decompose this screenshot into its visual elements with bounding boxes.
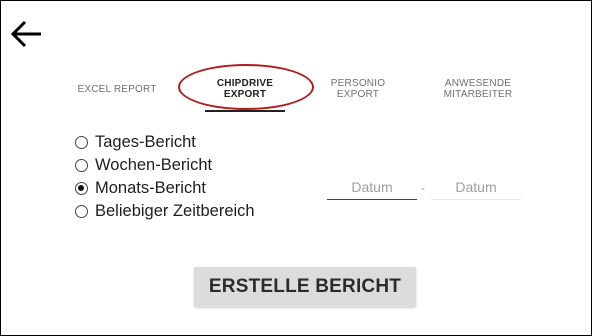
tab-personio-export[interactable]: PERSONIO EXPORT <box>323 71 393 107</box>
tab-label-line1: ANWESENDE <box>444 78 512 89</box>
radio-circle-icon <box>75 205 88 218</box>
date-separator: - <box>421 181 425 195</box>
radio-label: Beliebiger Zeitbereich <box>95 202 255 220</box>
radio-beliebiger-zeitbereich[interactable]: Beliebiger Zeitbereich <box>75 200 255 223</box>
tab-label-line2: EXPORT <box>336 89 380 100</box>
radio-monats-bericht[interactable]: Monats-Bericht <box>75 177 255 200</box>
report-tabs: EXCEL REPORT CHIPDRIVE EXPORT PERSONIO E… <box>61 71 581 112</box>
radio-label: Monats-Bericht <box>95 179 206 197</box>
active-tab-indicator <box>205 110 285 112</box>
radio-circle-icon <box>75 136 88 149</box>
tab-chipdrive-export[interactable]: CHIPDRIVE EXPORT <box>205 71 285 112</box>
radio-tages-bericht[interactable]: Tages-Bericht <box>75 131 255 154</box>
tab-label-line2: EXPORT <box>223 89 267 100</box>
tab-label-line1: CHIPDRIVE <box>216 78 274 89</box>
radio-wochen-bericht[interactable]: Wochen-Bericht <box>75 154 255 177</box>
radio-label: Wochen-Bericht <box>95 156 213 174</box>
tab-label-line2: MITARBEITER <box>443 89 513 100</box>
radio-checked-icon <box>75 182 88 195</box>
create-report-button[interactable]: ERSTELLE BERICHT <box>194 267 416 307</box>
tab-anwesende-mitarbeiter[interactable]: ANWESENDE MITARBEITER <box>433 71 523 107</box>
radio-circle-icon <box>75 159 88 172</box>
report-type-group: Tages-Bericht Wochen-Bericht Monats-Beri… <box>75 131 255 223</box>
tab-label: EXCEL REPORT <box>77 83 157 95</box>
tab-label-line1: PERSONIO <box>330 78 386 89</box>
tab-excel-report[interactable]: EXCEL REPORT <box>67 71 167 107</box>
date-to-field[interactable]: Datum <box>431 179 521 200</box>
arrow-left-icon[interactable] <box>9 19 45 49</box>
radio-label: Tages-Bericht <box>95 133 196 151</box>
date-from-field[interactable]: Datum <box>327 179 417 200</box>
app-frame: EXCEL REPORT CHIPDRIVE EXPORT PERSONIO E… <box>0 0 592 336</box>
